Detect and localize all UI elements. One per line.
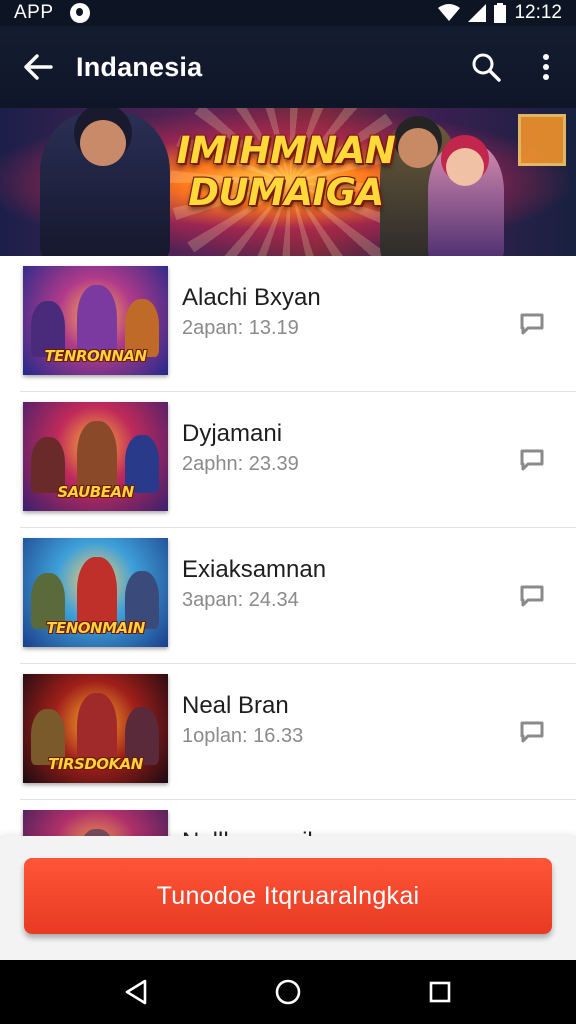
wifi-icon (438, 4, 461, 21)
list-item-meta: 2aphn: 23.39 (182, 453, 299, 475)
list-item-thumbnail: SAUBEAN (23, 402, 168, 511)
signal-icon (468, 4, 487, 22)
list-item-name: Neal Bran (182, 692, 289, 719)
list-item[interactable]: TIRSDOKAN Neal Bran 1oplan: 16.33 (20, 664, 576, 800)
nav-recents-button[interactable] (410, 962, 470, 1022)
app-bar: Indanesia (0, 26, 576, 108)
back-button[interactable] (0, 26, 76, 108)
nav-home-button[interactable] (258, 962, 318, 1022)
nav-recents-icon (429, 981, 451, 1003)
list-item-name: Dyjamani (182, 420, 283, 447)
thumbnail-logo: TIRSDOKAN (48, 755, 143, 773)
more-options-button[interactable] (516, 26, 576, 108)
list-item-meta: 2apan: 13.19 (182, 317, 299, 339)
thumbnail-logo: SAUBEAN (57, 483, 134, 501)
banner-title-line1: IMIHMNAN (176, 129, 396, 172)
chat-bubble-icon (520, 449, 544, 471)
banner-title-line2: DUMAIGA (188, 171, 384, 214)
chat-bubble-icon (520, 721, 544, 743)
list-item-thumbnail: TIRSDOKAN (23, 674, 168, 783)
chat-bubble-icon (520, 585, 544, 607)
list-item[interactable]: Nallhoezaoil (20, 800, 576, 836)
list-item-thumbnail: TENRONNAN (23, 266, 168, 375)
back-arrow-icon (24, 54, 53, 80)
list-item-thumbnail: TENONMAIN (23, 538, 168, 647)
list-item-name: Alachi Bxyan (182, 284, 321, 311)
banner-hero-right (428, 144, 504, 256)
chat-button[interactable] (512, 440, 552, 480)
nav-back-button[interactable] (106, 962, 166, 1022)
screen: APP 12:12 Indanesia IMIHMNAN DUMAIGA TEN… (0, 0, 576, 1024)
list-item[interactable]: TENONMAIN Exiaksamnan 3apan: 24.34 (20, 528, 576, 664)
chat-button[interactable] (512, 712, 552, 752)
system-nav-bar (0, 960, 576, 1024)
list-item-meta: 1oplan: 16.33 (182, 725, 304, 747)
status-time: 12:12 (514, 2, 562, 23)
banner-sign-graphic (518, 114, 566, 166)
game-list: TENRONNAN Alachi Bxyan 2apan: 13.19 SAUB… (0, 256, 576, 836)
list-item-name: Nallhoezaoil (182, 828, 313, 836)
chat-button[interactable] (512, 576, 552, 616)
status-bar: APP 12:12 (0, 0, 576, 26)
list-item-meta: 3apan: 24.34 (182, 589, 299, 611)
thumbnail-logo: TENRONNAN (44, 347, 147, 365)
search-button[interactable] (456, 26, 516, 108)
bottom-action-bar: Tunodoe Itqruaralngkai (0, 836, 576, 960)
featured-banner[interactable]: IMIHMNAN DUMAIGA (0, 108, 576, 256)
thumbnail-logo: TENONMAIN (46, 619, 145, 637)
nav-home-icon (275, 979, 301, 1005)
banner-title: IMIHMNAN DUMAIGA (176, 130, 396, 214)
nav-back-icon (125, 979, 147, 1005)
status-app-label: APP (14, 2, 54, 23)
list-item[interactable]: SAUBEAN Dyjamani 2aphn: 23.39 (20, 392, 576, 528)
chat-bubble-icon (520, 313, 544, 335)
primary-action-button[interactable]: Tunodoe Itqruaralngkai (24, 858, 552, 934)
list-item-name: Exiaksamnan (182, 556, 327, 583)
page-title: Indanesia (76, 51, 203, 82)
app-bar-actions (456, 26, 576, 108)
chat-button[interactable] (512, 304, 552, 344)
search-icon (472, 53, 501, 82)
list-item[interactable]: TENRONNAN Alachi Bxyan 2apan: 13.19 (20, 256, 576, 392)
battery-icon (494, 3, 507, 23)
banner-hero-left (40, 112, 170, 256)
status-indicators: 12:12 (438, 2, 562, 24)
list-item-thumbnail (23, 810, 168, 836)
notification-icon (69, 3, 90, 23)
more-vert-icon (543, 54, 549, 80)
